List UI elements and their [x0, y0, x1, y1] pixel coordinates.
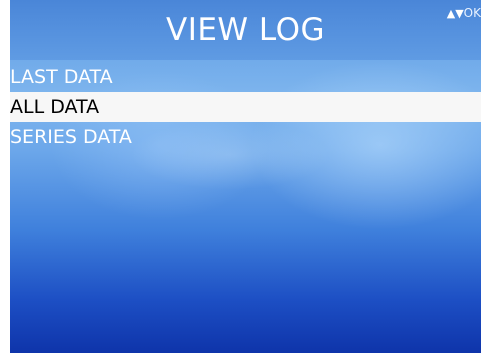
page-title: VIEW LOG: [165, 12, 326, 48]
down-arrow-icon: ▼: [455, 7, 464, 20]
navigation-hint: ▲▼OK: [447, 6, 481, 21]
header-bar: VIEW LOG ▲▼OK: [10, 0, 481, 60]
log-menu: LAST DATA ALL DATA SERIES DATA: [10, 62, 481, 152]
menu-item-all-data[interactable]: ALL DATA: [10, 92, 481, 122]
menu-item-label: ALL DATA: [10, 96, 100, 118]
menu-item-last-data[interactable]: LAST DATA: [10, 62, 481, 92]
menu-item-series-data[interactable]: SERIES DATA: [10, 122, 481, 152]
up-arrow-icon: ▲: [446, 7, 456, 20]
menu-item-label: LAST DATA: [10, 66, 113, 88]
device-screen: VIEW LOG ▲▼OK LAST DATA ALL DATA SERIES …: [10, 0, 481, 353]
ok-label: OK: [463, 6, 481, 20]
menu-item-label: SERIES DATA: [10, 126, 132, 148]
